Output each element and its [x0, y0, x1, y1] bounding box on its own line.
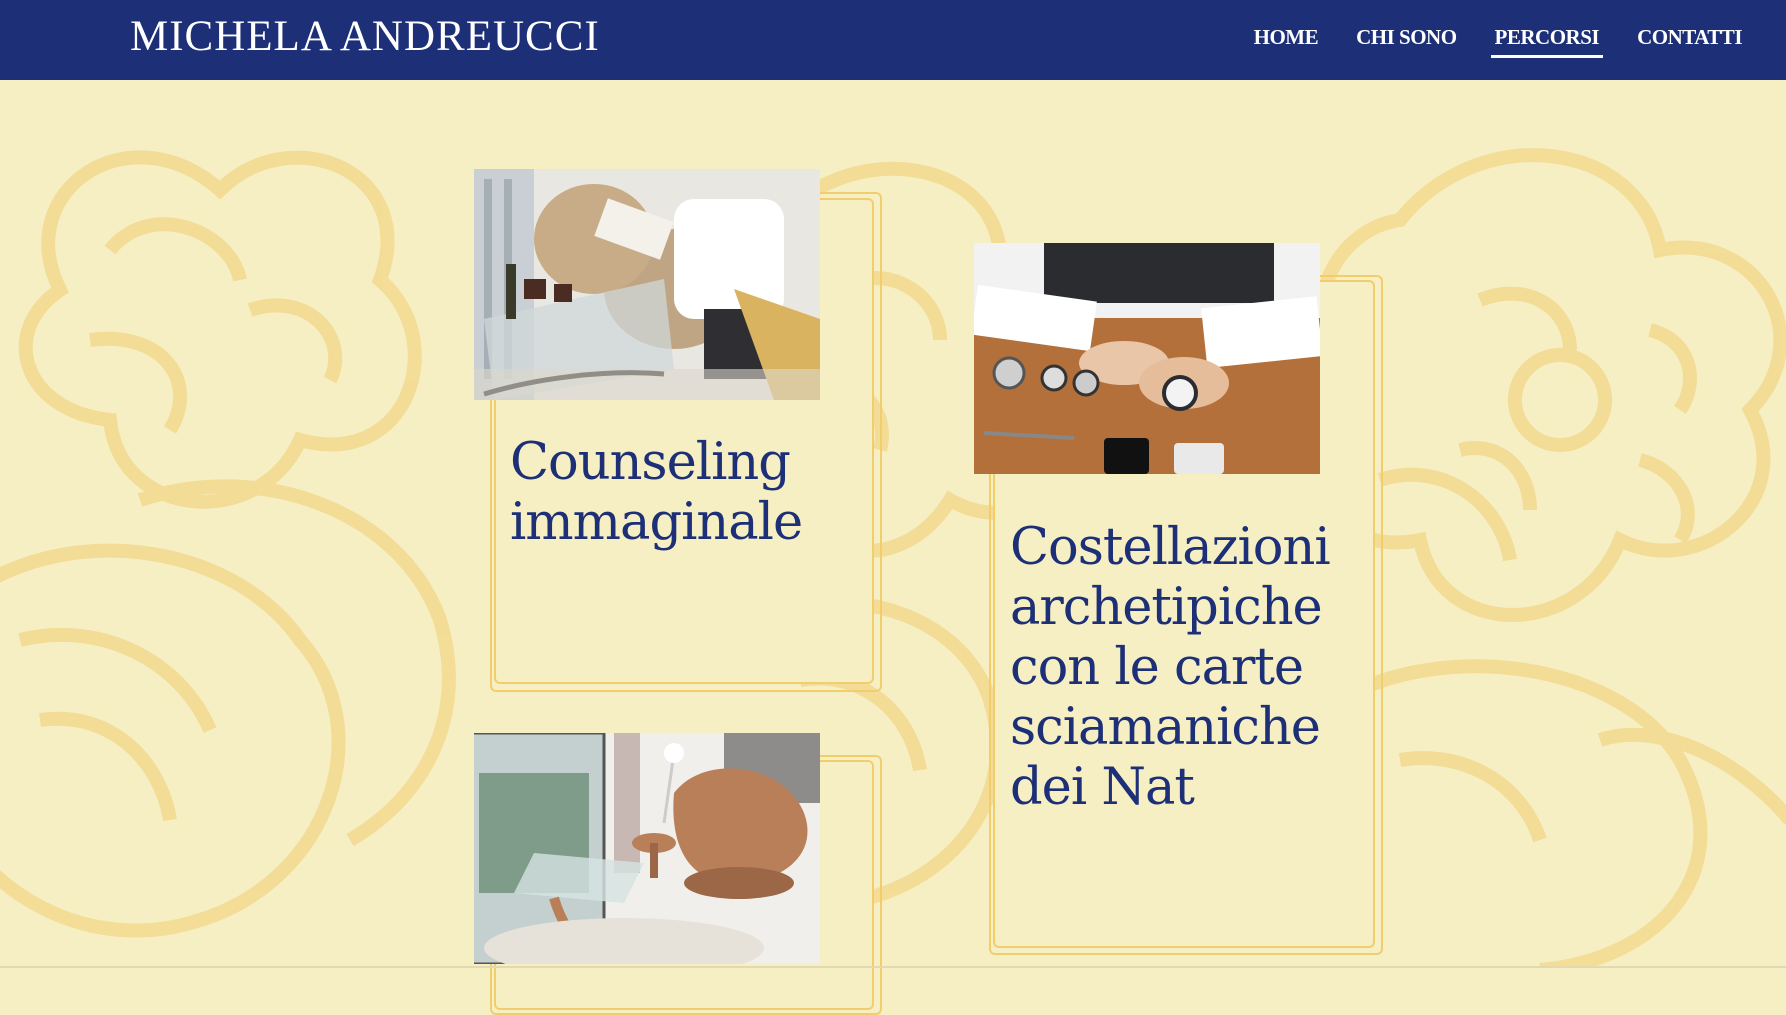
egg-chair-living-room-photo[interactable]: [474, 733, 820, 964]
main-navigation: HOME CHI SONO PERCORSI CONTATTI: [1250, 24, 1746, 58]
nav-home[interactable]: HOME: [1250, 24, 1323, 58]
people-reading-lounge-photo[interactable]: [474, 169, 820, 400]
watches-on-desk-photo[interactable]: [974, 243, 1320, 474]
site-logo-text[interactable]: MICHELA ANDREUCCI: [130, 14, 600, 60]
card-2-title[interactable]: Costellazioni archetipiche con le carte …: [1010, 518, 1382, 818]
site-header: MICHELA ANDREUCCI HOME CHI SONO PERCORSI…: [0, 0, 1786, 80]
nav-chi-sono[interactable]: CHI SONO: [1352, 24, 1460, 58]
nav-contatti[interactable]: CONTATTI: [1633, 24, 1746, 58]
floral-background-pattern: [0, 148, 1786, 968]
card-1-title[interactable]: Counseling immaginale: [510, 433, 840, 553]
nav-percorsi[interactable]: PERCORSI: [1490, 24, 1604, 58]
